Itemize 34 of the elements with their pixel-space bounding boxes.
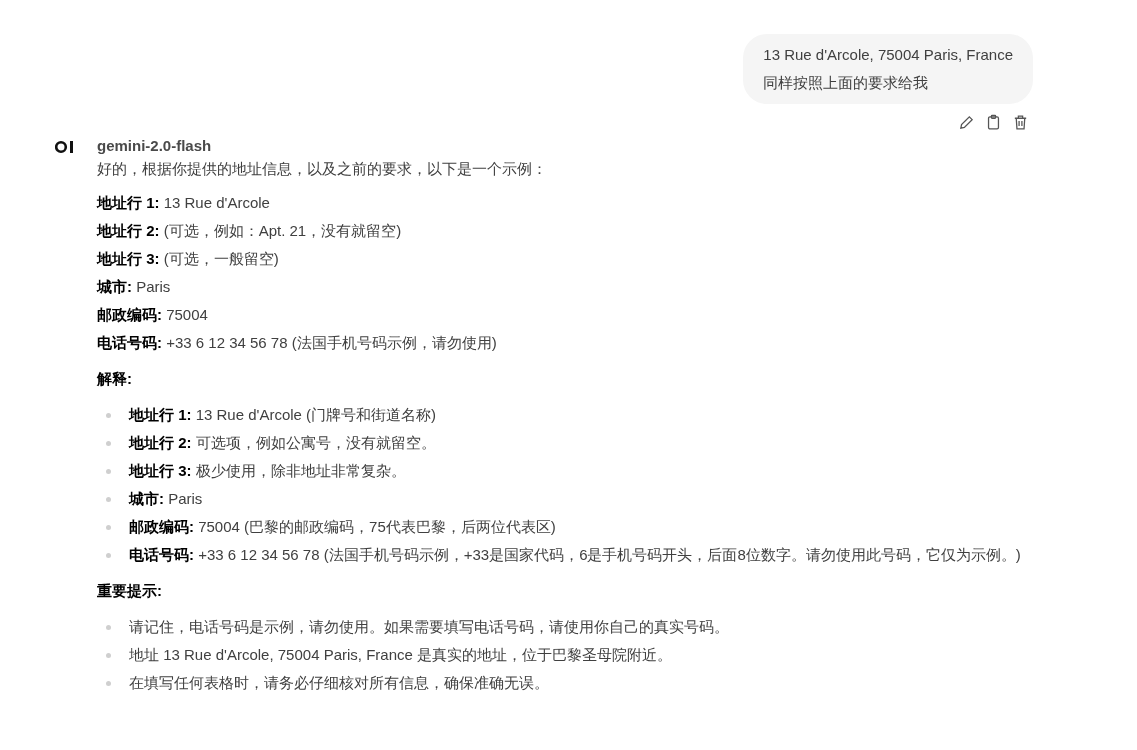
list-item-text: 城市: Paris xyxy=(129,489,203,509)
list-item-text: 邮政编码: 75004 (巴黎的邮政编码，75代表巴黎，后两位代表区) xyxy=(129,517,556,537)
section-heading: 解释: xyxy=(97,369,132,389)
edit-icon[interactable] xyxy=(958,114,975,131)
field-line: 邮政编码: 75004 xyxy=(97,305,208,325)
list-item-text: 地址行 2: 可选项，例如公寓号，没有就留空。 xyxy=(129,433,436,453)
list-item-text: 请记住，电话号码是示例，请勿使用。如果需要填写电话号码，请使用你自己的真实号码。 xyxy=(129,617,729,637)
field-line: 地址行 3: (可选，一般留空) xyxy=(97,249,279,269)
message-text: 13 Rue d'Arcole, 75004 Paris, France xyxy=(763,45,1013,65)
bullet-icon xyxy=(106,441,111,446)
list-item-text: 在填写任何表格时，请务必仔细核对所有信息，确保准确无误。 xyxy=(129,673,549,693)
field-line: 地址行 1: 13 Rue d'Arcole xyxy=(97,193,270,213)
field-line: 电话号码: +33 6 12 34 56 78 (法国手机号码示例，请勿使用) xyxy=(97,333,497,353)
model-name: gemini-2.0-flash xyxy=(97,136,212,156)
delete-icon[interactable] xyxy=(1012,114,1029,131)
bullet-icon xyxy=(106,553,111,558)
list-item-text: 地址行 1: 13 Rue d'Arcole (门牌号和街道名称) xyxy=(129,405,437,425)
message-text: 好的，根据你提供的地址信息，以及之前的要求，以下是一个示例： xyxy=(97,159,547,179)
bullet-icon xyxy=(106,525,111,530)
clipboard-icon[interactable] xyxy=(985,114,1002,131)
field-line: 地址行 2: (可选，例如：Apt. 21，没有就留空) xyxy=(97,221,402,241)
bullet-icon xyxy=(106,681,111,686)
bullet-icon xyxy=(106,413,111,418)
bullet-icon xyxy=(106,625,111,630)
field-line: 城市: Paris xyxy=(97,277,171,297)
list-item-text: 地址行 3: 极少使用，除非地址非常复杂。 xyxy=(129,461,406,481)
list-item-text: 地址 13 Rue d'Arcole, 75004 Paris, France 是真实的地址，位于巴黎圣母院附近。 xyxy=(129,645,672,665)
section-heading: 重要提示: xyxy=(97,581,162,601)
bullet-icon xyxy=(106,653,111,658)
bullet-icon xyxy=(106,469,111,474)
list-item-text: 电话号码: +33 6 12 34 56 78 (法国手机号码示例，+33是国家代码，6是手机号码开头，后面8位数字。请勿使用此号码，它仅为示例。) xyxy=(129,545,1021,565)
message-text: 同样按照上面的要求给我 xyxy=(763,73,930,93)
bullet-icon xyxy=(106,497,111,502)
logo-icon xyxy=(55,140,75,154)
